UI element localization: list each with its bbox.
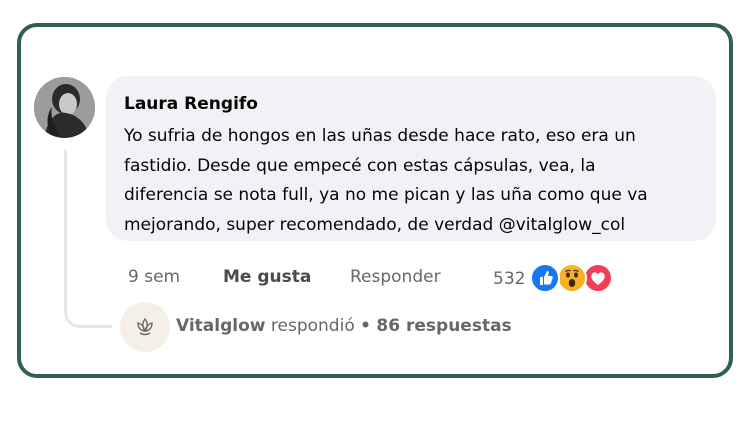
lotus-logo-icon xyxy=(137,317,153,336)
like-icon xyxy=(530,263,560,293)
avatar[interactable] xyxy=(34,77,95,138)
reply-verb: respondió xyxy=(270,316,355,336)
view-replies-link[interactable]: Vitalglow respondió • 86 respuestas xyxy=(176,316,512,336)
reaction-icons[interactable] xyxy=(530,263,614,295)
wow-icon xyxy=(557,263,587,293)
reply-page-name: Vitalglow xyxy=(176,316,266,336)
love-icon xyxy=(583,263,613,293)
comment-text-line: diferencia se nota full, ya no me pican … xyxy=(124,185,648,205)
profile-photo-icon xyxy=(34,77,95,138)
comment-text-line: fastidio. Desde que empecé con estas cáp… xyxy=(124,155,596,176)
comment-text-line: Yo sufria de hongos en las uñas desde ha… xyxy=(124,126,636,146)
comment-timestamp[interactable]: 9 sem xyxy=(128,267,180,287)
comment-text: Yo sufria de hongos en las uñas desde ha… xyxy=(124,122,704,240)
like-button[interactable]: Me gusta xyxy=(223,267,311,287)
reaction-count[interactable]: 532 xyxy=(493,269,525,289)
reply-button[interactable]: Responder xyxy=(350,267,441,287)
comment-author-name[interactable]: Laura Rengifo xyxy=(124,94,258,114)
reply-separator: • xyxy=(360,316,372,336)
vitalglow-avatar[interactable] xyxy=(120,302,170,352)
thread-connector-line xyxy=(64,150,112,328)
comment-text-line: mejorando, super recomendado, de verdad … xyxy=(124,214,626,235)
reply-count: 86 respuestas xyxy=(376,316,512,336)
